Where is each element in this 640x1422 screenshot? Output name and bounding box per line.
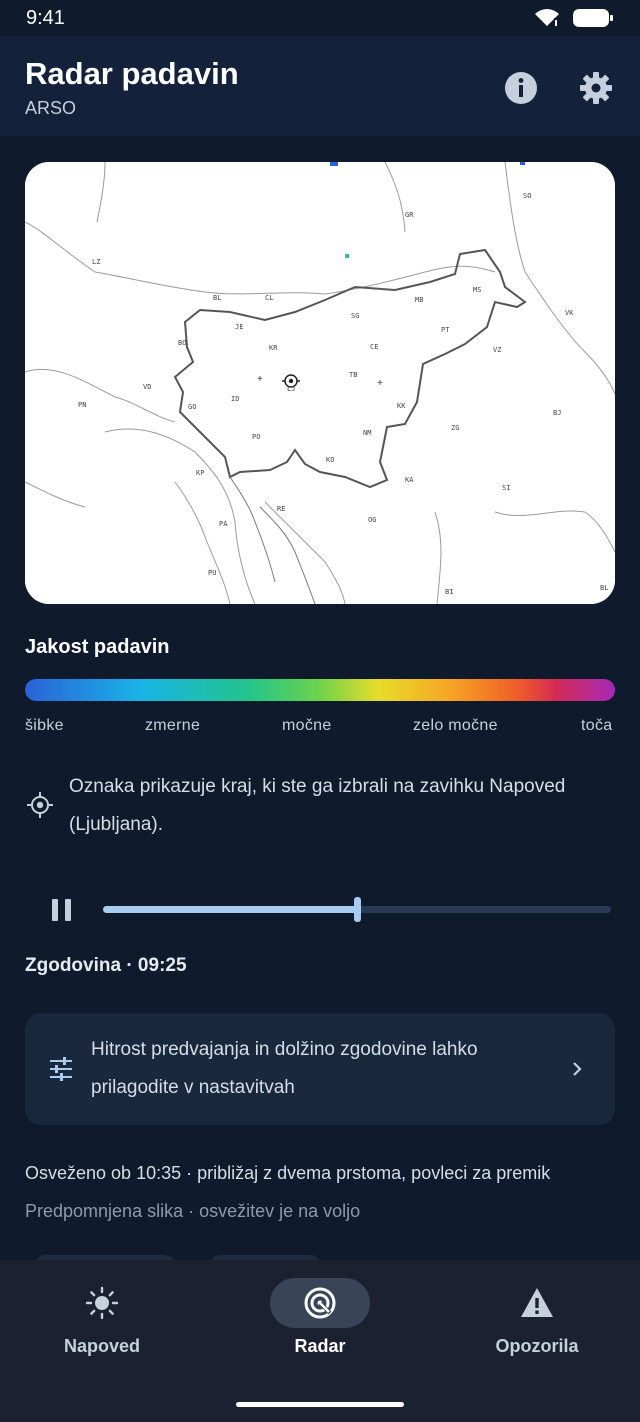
scale-label-very-strong: zelo močne [413,717,498,734]
page-title: Radar padavin [25,56,239,91]
map-label: OG [368,516,376,524]
nav-icon-container [52,1278,152,1328]
map-label: MS [473,286,481,294]
map-label: KK [397,402,406,410]
pause-icon [52,899,71,921]
nav-item-forecast[interactable]: Napoved [12,1260,192,1380]
nav-item-warnings[interactable]: Opozorila [447,1260,627,1380]
battery-icon [573,9,613,27]
gear-icon [580,72,612,104]
intensity-gradient-bar [25,679,615,701]
bottom-navigation: Napoved Radar Opozorila [0,1260,640,1422]
map-label: VK [565,309,574,317]
map-label: SI [502,484,510,492]
radar-map[interactable]: + + SO GR LZ BL CL MB MS SG VK JE PT BO … [25,162,615,604]
warning-icon [521,1288,553,1317]
nav-label: Opozorila [495,1336,579,1356]
map-label: GO [188,403,196,411]
playback-settings-card[interactable]: Hitrost predvajanja in dolžino zgodovine… [25,1013,615,1125]
map-label: SO [523,192,531,200]
scale-label-moderate: zmerne [145,717,201,734]
info-button[interactable] [499,66,543,110]
map-label: GR [405,211,414,219]
scale-label-weak: šibke [25,717,64,734]
map-label: VZ [493,346,501,354]
map-label: SG [351,312,359,320]
info-icon [505,72,537,104]
pause-button[interactable] [42,890,82,930]
scale-label-strong: močne [282,717,332,734]
crosshair-icon [27,792,53,818]
map-label: PN [78,401,86,409]
location-info-text: Oznaka prikazuje kraj, ki ste ga izbrali… [69,776,566,835]
map-label: PO [252,433,260,441]
settings-button[interactable] [574,66,618,110]
map-label: NM [363,429,371,437]
nav-icon-container [270,1278,370,1328]
map-label: LJ [287,385,295,393]
radar-icon [304,1287,336,1319]
map-label: BL [213,294,221,302]
status-bar: 9:41 [0,0,640,36]
page-subtitle: ARSO [25,98,77,118]
status-icons [534,8,614,28]
map-label: KO [326,456,334,464]
map-label: ZG [451,424,459,432]
nav-label: Napoved [63,1336,141,1356]
sun-icon [85,1286,119,1320]
nav-label: Radar [294,1336,346,1356]
home-indicator[interactable] [236,1402,404,1407]
map-label: JE [235,323,243,331]
map-label: VD [143,383,151,391]
timeline-slider[interactable] [103,897,611,922]
map-label: KR [269,344,278,352]
timeline-slider-thumb[interactable] [354,897,361,922]
map-label: BL [600,584,608,592]
radar-map-image: + + SO GR LZ BL CL MB MS SG VK JE PT BO … [25,162,615,604]
map-label: CL [265,294,273,302]
map-label: PT [441,326,450,334]
map-label: KA [405,476,414,484]
playback-settings-text: Hitrost predvajanja in dolžino zgodovine… [91,1039,478,1098]
map-label: CE [370,343,378,351]
map-label: ID [231,395,239,403]
wifi-icon [535,9,559,26]
scale-label-hail: toča [581,717,613,734]
map-label: LZ [92,258,100,266]
svg-text:+: + [377,378,383,389]
timeline-slider-fill [103,906,357,913]
map-label: KP [196,469,204,477]
map-label: BI [445,588,453,596]
map-label: BJ [553,409,561,417]
map-label: PU [208,569,216,577]
nav-item-radar[interactable]: Radar [230,1260,410,1380]
svg-text:+: + [257,374,263,385]
legend-title: Jakost padavin [25,636,170,658]
refresh-status: Osveženo ob 10:35 · približaj z dvema pr… [25,1163,551,1183]
chevron-right-icon [573,1062,582,1076]
nav-icon-container [487,1278,587,1328]
map-label: BO [178,339,186,347]
map-label: TB [349,371,357,379]
map-label: PA [219,520,228,528]
map-label: RE [277,505,285,513]
tune-icon [50,1057,72,1081]
history-time-label: Zgodovina · 09:25 [25,955,187,976]
map-label: MB [415,296,423,304]
status-time: 9:41 [26,6,65,29]
app-header: Radar padavin ARSO [0,36,640,136]
cache-status: Predpomnjena slika · osvežitev je na vol… [25,1201,361,1221]
